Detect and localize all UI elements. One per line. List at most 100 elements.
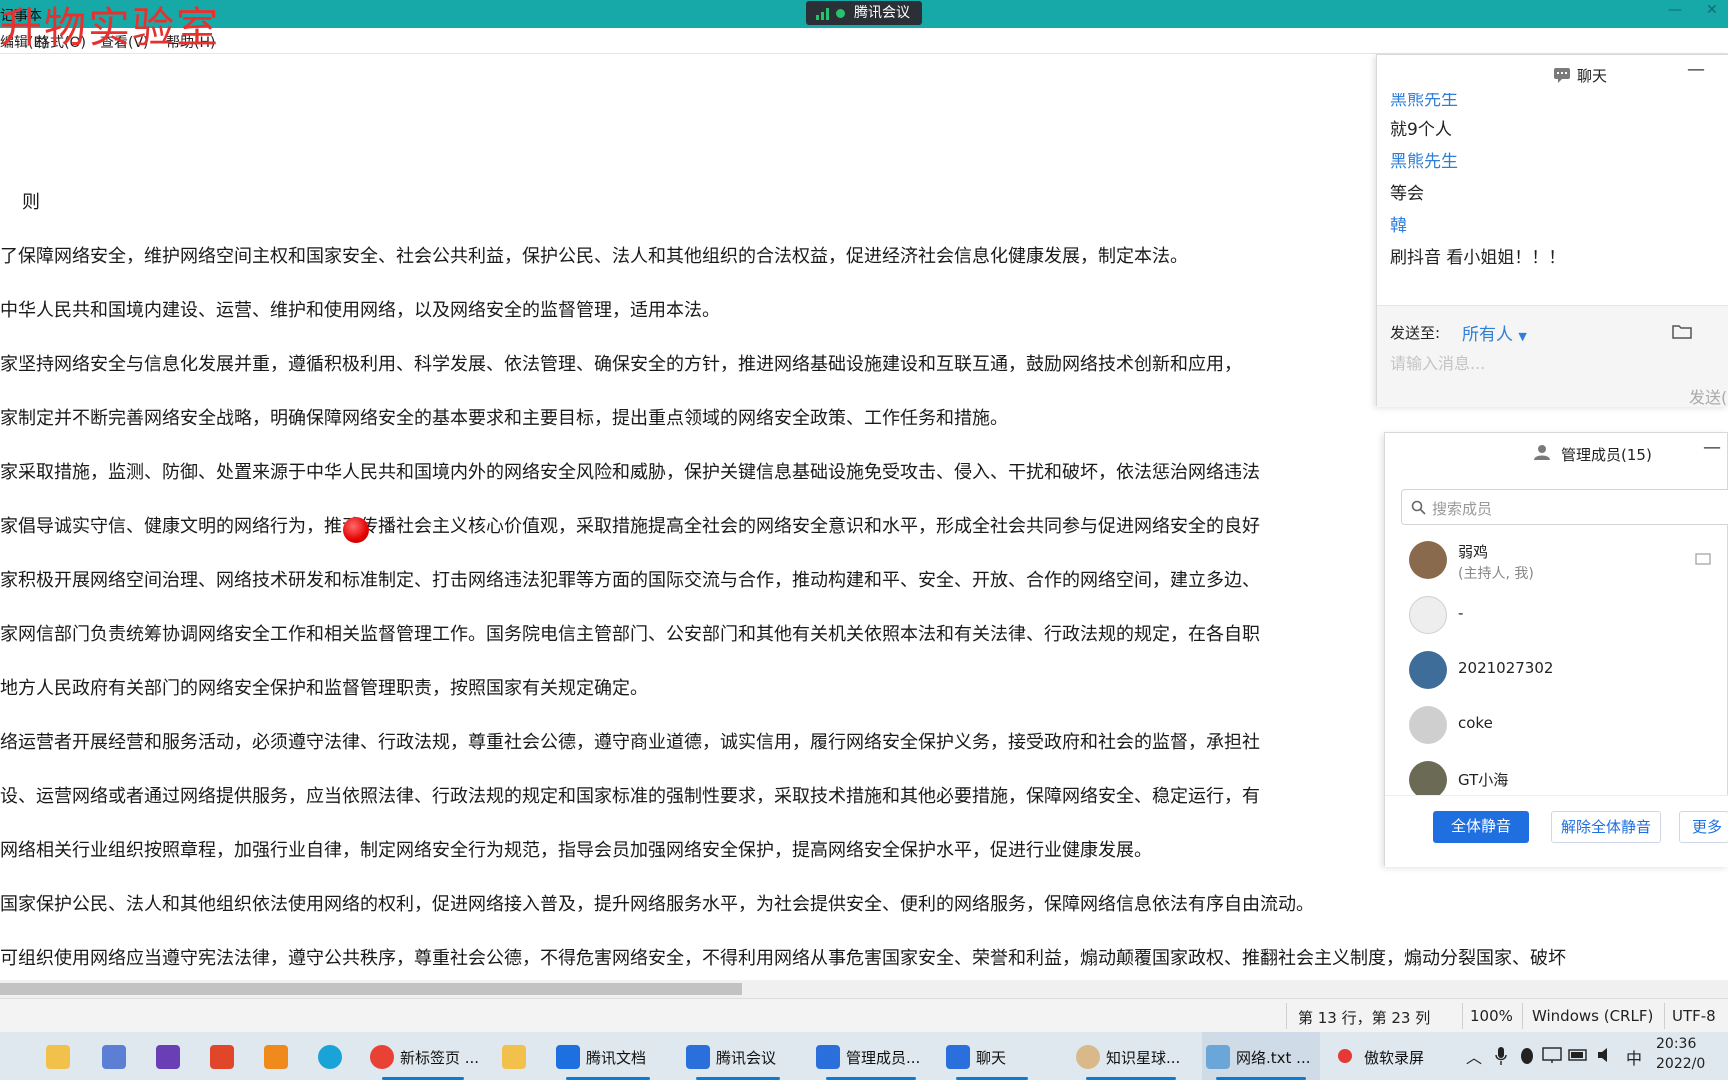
taskbar-label: 管理成员... — [846, 1049, 921, 1067]
member-row[interactable]: 2021027302 — [1385, 645, 1728, 700]
code-icon — [156, 1045, 180, 1069]
taskbar-app-square[interactable] — [258, 1032, 294, 1080]
taskbar-knowledge-planet[interactable]: 知识星球... — [1072, 1032, 1190, 1080]
status-separator — [1462, 1003, 1463, 1029]
close-button[interactable]: ✕ — [1706, 2, 1718, 18]
doc-line: 家积极开展网络空间治理、网络技术研发和标准制定、打击网络违法犯罪等方面的国际交流… — [0, 570, 1260, 591]
folder-icon[interactable] — [1671, 322, 1693, 340]
taskbar-code-editor[interactable] — [150, 1032, 186, 1080]
send-button[interactable]: 发送( — [1689, 384, 1727, 408]
watermark-text: 升物实验室 — [0, 3, 221, 52]
chat-input[interactable]: 请输入消息... — [1390, 350, 1485, 374]
taskbar-office[interactable] — [204, 1032, 240, 1080]
chat-message: 等会 — [1390, 184, 1424, 204]
chat-header: 聊天 — — [1377, 55, 1728, 93]
members-panel: 管理成员(15) — 搜索成员 弱鸡 (主持人, 我) - 2021027302… — [1384, 432, 1728, 867]
meeting-icon — [946, 1045, 970, 1069]
unmute-all-button[interactable]: 解除全体静音 — [1551, 811, 1661, 843]
chat-message: 就9个人 — [1390, 120, 1452, 140]
clock-time[interactable]: 20:36 — [1656, 1036, 1696, 1052]
screen-share-icon — [1695, 553, 1711, 565]
qq-icon[interactable] — [1518, 1046, 1536, 1066]
encoding: UTF-8 — [1672, 1007, 1716, 1025]
minimize-button[interactable]: — — [1668, 2, 1682, 18]
taskbar-screen-recorder[interactable]: 傲软录屏 — [1332, 1032, 1444, 1080]
avatar — [1409, 761, 1447, 795]
taskbar-chrome[interactable]: 新标签页 ... — [366, 1032, 480, 1080]
ime-indicator[interactable]: 中 — [1626, 1045, 1642, 1069]
send-to-value: 所有人 — [1462, 325, 1513, 345]
member-search-input[interactable]: 搜索成员 — [1401, 489, 1728, 525]
status-separator — [1286, 1003, 1287, 1029]
status-separator — [1522, 1003, 1523, 1029]
battery-icon[interactable] — [1568, 1048, 1590, 1062]
app-square-icon — [264, 1045, 288, 1069]
chat-message: 刷抖音 看小姐姐！！！ — [1390, 248, 1566, 268]
taskbar-label: 聊天 — [976, 1049, 1007, 1067]
taskbar-manage-members[interactable]: 管理成员... — [812, 1032, 930, 1080]
record-icon — [1338, 1049, 1352, 1063]
doc-line: 则 — [22, 192, 40, 213]
signal-icon — [816, 8, 830, 20]
taskbar-chat[interactable]: 聊天 — [942, 1032, 1042, 1080]
chat-compose-area: 发送至: 所有人 ▼ 请输入消息... 发送( — [1377, 305, 1728, 407]
member-row[interactable]: coke — [1385, 700, 1728, 755]
horizontal-scrollbar[interactable] — [0, 980, 1728, 998]
title-bar: 记事本 腾讯会议 — ✕ — [0, 0, 1728, 28]
chrome-icon — [370, 1045, 394, 1069]
chevron-up-icon[interactable]: ︿ — [1466, 1044, 1482, 1068]
doc-line: 中华人民共和国境内建设、运营、维护和使用网络，以及网络安全的监督管理，适用本法。 — [0, 300, 720, 321]
status-dot-icon — [836, 9, 845, 18]
star-app-icon — [102, 1045, 126, 1069]
member-row[interactable]: - — [1385, 590, 1728, 645]
taskbar-edge[interactable] — [312, 1032, 348, 1080]
scrollbar-thumb[interactable] — [0, 983, 742, 995]
microphone-icon[interactable] — [1494, 1046, 1508, 1066]
mute-all-button[interactable]: 全体静音 — [1433, 811, 1529, 843]
edge-icon — [318, 1045, 342, 1069]
avatar — [1409, 706, 1447, 744]
volume-icon[interactable] — [1596, 1046, 1616, 1064]
doc-line: 可组织使用网络应当遵守宪法法律，遵守公共秩序，尊重社会公德，不得危害网络安全，不… — [0, 948, 1566, 969]
notepad-icon — [1206, 1045, 1230, 1069]
doc-line: 家网信部门负责统筹协调网络安全工作和相关监督管理工作。国务院电信主管部门、公安部… — [0, 624, 1260, 645]
doc-line: 络运营者开展经营和服务活动，必须遵守法律、行政法规，尊重社会公德，遵守商业道德，… — [0, 732, 1260, 753]
more-button[interactable]: 更多 — [1679, 811, 1728, 843]
clock-date[interactable]: 2022/0 — [1656, 1056, 1705, 1072]
avatar — [1409, 596, 1447, 634]
member-search-placeholder: 搜索成员 — [1432, 500, 1493, 518]
member-row[interactable]: GT小海 — [1385, 755, 1728, 795]
chat-minimize-button[interactable]: — — [1687, 59, 1705, 80]
meeting-label: 腾讯会议 — [854, 5, 910, 21]
doc-line: 了保障网络安全，维护网络空间主权和国家安全、社会公共利益，保护公民、法人和其他组… — [0, 246, 1188, 267]
taskbar-tencent-meeting[interactable]: 腾讯会议 — [682, 1032, 794, 1080]
taskbar-label: 傲软录屏 — [1364, 1049, 1425, 1067]
taskbar-notepad[interactable]: 网络.txt ... — [1202, 1032, 1320, 1080]
doc-line: 设、运营网络或者通过网络提供服务，应当依照法律、行政法规的规定和国家标准的强制性… — [0, 786, 1260, 807]
chat-title: 聊天 — [1577, 67, 1608, 85]
folder-icon — [502, 1045, 526, 1069]
folder-icon — [46, 1045, 70, 1069]
meeting-status-pill[interactable]: 腾讯会议 — [806, 1, 922, 25]
member-role: (主持人, 我) — [1458, 566, 1534, 582]
doc-line: 家制定并不断完善网络安全战略，明确保障网络安全的基本要求和主要目标，提出重点领域… — [0, 408, 1008, 429]
network-icon[interactable] — [1542, 1046, 1562, 1064]
chat-sender: 韓 — [1390, 216, 1407, 236]
taskbar-folder[interactable] — [496, 1032, 532, 1080]
search-icon — [1411, 500, 1426, 515]
send-to-label: 发送至: — [1390, 324, 1441, 342]
chat-sender: 黑熊先生 — [1390, 152, 1458, 172]
meeting-icon — [686, 1045, 710, 1069]
members-minimize-button[interactable]: — — [1703, 437, 1721, 458]
person-icon — [1534, 445, 1550, 460]
taskbar-app-star[interactable] — [96, 1032, 132, 1080]
send-to-dropdown[interactable]: 所有人 ▼ — [1462, 320, 1527, 345]
doc-line: 网络相关行业组织按照章程，加强行业自律，制定网络安全行为规范，指导会员加强网络安… — [0, 840, 1152, 861]
taskbar-tencent-docs[interactable]: 腾讯文档 — [552, 1032, 664, 1080]
doc-line: 国家保护公民、法人和其他组织依法使用网络的权利，促进网络接入普及，提升网络服务水… — [0, 894, 1314, 915]
chat-sender: 黑熊先生 — [1390, 93, 1458, 110]
taskbar-file-explorer[interactable] — [40, 1032, 76, 1080]
doc-line: 地方人民政府有关部门的网络安全保护和监督管理职责，按照国家有关规定确定。 — [0, 678, 648, 699]
office-icon — [210, 1045, 234, 1069]
member-row[interactable]: 弱鸡 (主持人, 我) — [1385, 535, 1728, 590]
